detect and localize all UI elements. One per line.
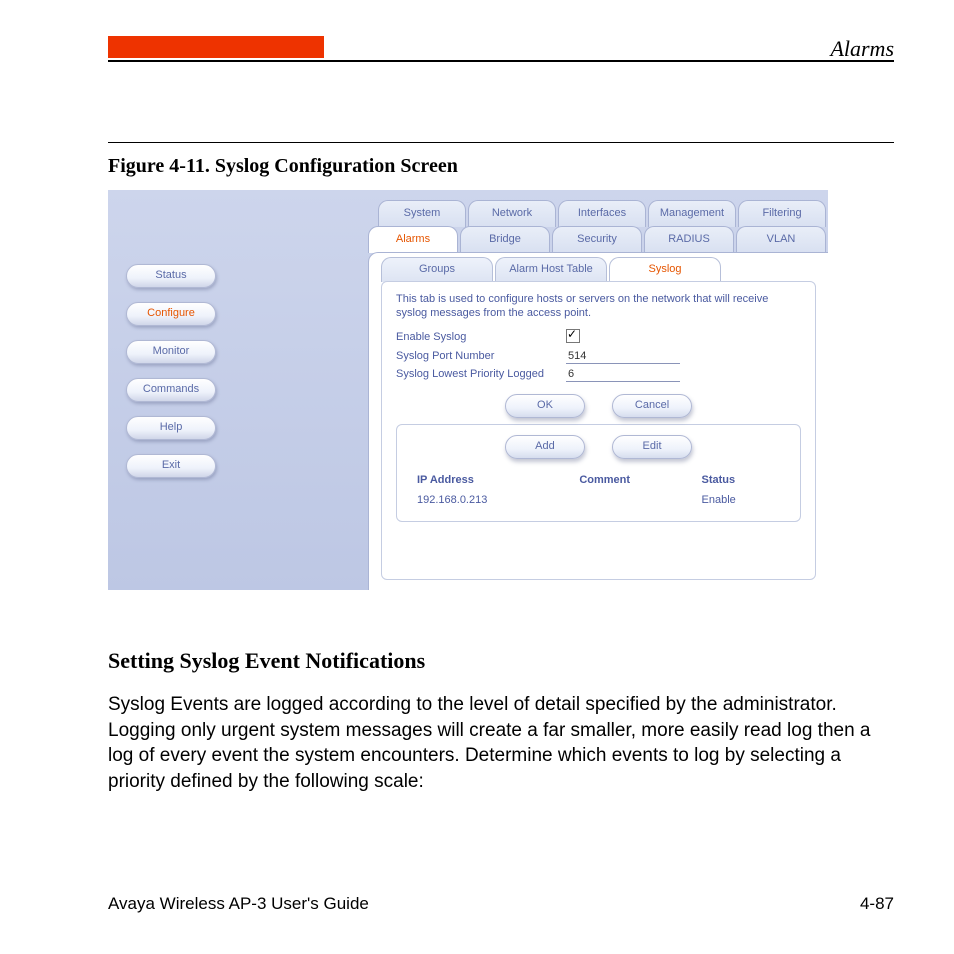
- nav-monitor[interactable]: Monitor: [126, 340, 216, 364]
- syslog-description: This tab is used to configure hosts or s…: [396, 292, 801, 321]
- subtab-groups[interactable]: Groups: [381, 257, 493, 282]
- subtab-syslog[interactable]: Syslog: [609, 257, 721, 282]
- footer-page-number: 4-87: [860, 894, 894, 914]
- syslog-priority-label: Syslog Lowest Priority Logged: [396, 368, 566, 380]
- syslog-port-label: Syslog Port Number: [396, 350, 566, 362]
- tab-vlan[interactable]: VLAN: [736, 226, 826, 253]
- body-heading: Setting Syslog Event Notifications: [108, 648, 425, 674]
- syslog-port-input[interactable]: [566, 349, 680, 364]
- footer-guide-title: Avaya Wireless AP-3 User's Guide: [108, 894, 369, 914]
- tab-radius[interactable]: RADIUS: [644, 226, 734, 253]
- syslog-priority-input[interactable]: [566, 367, 680, 382]
- subtab-alarm-host-table[interactable]: Alarm Host Table: [495, 257, 607, 282]
- tab-network[interactable]: Network: [468, 200, 556, 227]
- nav-commands[interactable]: Commands: [126, 378, 216, 402]
- top-tab-row-2: Alarms Bridge Security RADIUS VLAN: [368, 226, 828, 252]
- enable-syslog-label: Enable Syslog: [396, 331, 566, 343]
- tab-alarms[interactable]: Alarms: [368, 226, 458, 253]
- figure-caption: Figure 4-11. Syslog Configuration Screen: [108, 155, 458, 178]
- header-rule: [108, 60, 894, 62]
- add-button[interactable]: Add: [505, 435, 585, 459]
- table-row[interactable]: 192.168.0.213 Enable: [413, 491, 784, 509]
- nav-configure[interactable]: Configure: [126, 302, 216, 326]
- tab-system[interactable]: System: [378, 200, 466, 227]
- tab-bridge[interactable]: Bridge: [460, 226, 550, 253]
- syslog-panel: This tab is used to configure hosts or s…: [381, 281, 816, 580]
- body-paragraph: Syslog Events are logged according to th…: [108, 692, 894, 795]
- header-accent-bar: [108, 36, 324, 58]
- nav-help[interactable]: Help: [126, 416, 216, 440]
- col-ip-address: IP Address: [413, 471, 573, 489]
- side-nav: Status Configure Monitor Commands Help E…: [126, 264, 216, 492]
- top-tab-row-1: System Network Interfaces Management Fil…: [378, 200, 828, 226]
- header-section-title: Alarms: [830, 36, 894, 62]
- col-comment: Comment: [575, 471, 695, 489]
- tab-management[interactable]: Management: [648, 200, 736, 227]
- enable-syslog-checkbox[interactable]: [566, 329, 580, 343]
- tab-security[interactable]: Security: [552, 226, 642, 253]
- cell-comment: [575, 491, 695, 509]
- cancel-button[interactable]: Cancel: [612, 394, 692, 418]
- cell-status: Enable: [698, 491, 785, 509]
- screenshot-panel: Status Configure Monitor Commands Help E…: [108, 190, 828, 590]
- main-panel: Groups Alarm Host Table Syslog This tab …: [368, 252, 828, 590]
- host-table-box: Add Edit IP Address Comment Status 192.1…: [396, 424, 801, 522]
- sub-tab-row: Groups Alarm Host Table Syslog: [381, 257, 723, 281]
- col-status: Status: [698, 471, 785, 489]
- figure-rule: [108, 142, 894, 143]
- tab-filtering[interactable]: Filtering: [738, 200, 826, 227]
- ok-button[interactable]: OK: [505, 394, 585, 418]
- cell-ip: 192.168.0.213: [413, 491, 573, 509]
- table-header-row: IP Address Comment Status: [413, 471, 784, 489]
- nav-status[interactable]: Status: [126, 264, 216, 288]
- tab-interfaces[interactable]: Interfaces: [558, 200, 646, 227]
- edit-button[interactable]: Edit: [612, 435, 692, 459]
- nav-exit[interactable]: Exit: [126, 454, 216, 478]
- host-table: IP Address Comment Status 192.168.0.213 …: [411, 469, 786, 511]
